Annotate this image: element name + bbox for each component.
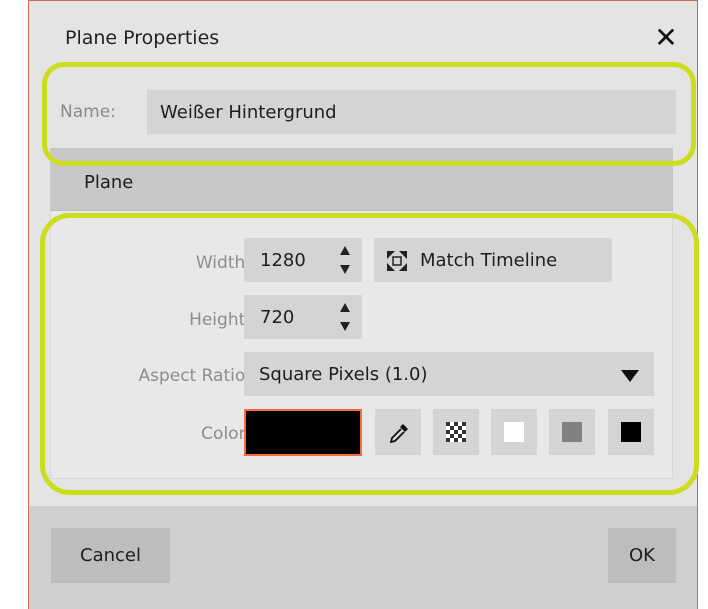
black-swatch-icon [621, 422, 641, 442]
height-stepper[interactable]: 720 [244, 295, 362, 339]
expand-arrows-icon [386, 250, 408, 272]
gray-swatch-icon [562, 422, 582, 442]
height-stepper-arrows-icon[interactable] [336, 300, 354, 334]
black-color-button[interactable] [608, 409, 654, 455]
eyedropper-icon [388, 422, 408, 444]
width-value[interactable]: 1280 [260, 250, 306, 271]
dropdown-caret-icon [620, 368, 640, 382]
checkerboard-icon [446, 422, 466, 442]
match-timeline-label: Match Timeline [420, 250, 558, 271]
plane-section-body: Width: 1280 Match Timeline Height: 720 A… [50, 211, 673, 479]
color-label: Color: [201, 424, 251, 444]
width-label: Width: [195, 253, 251, 273]
white-color-button[interactable] [491, 409, 537, 455]
name-input[interactable] [147, 90, 676, 134]
close-icon[interactable]: ✕ [651, 23, 681, 53]
plane-properties-dialog: Plane Properties ✕ Name: Plane Width: 12… [28, 0, 699, 609]
aspect-ratio-value: Square Pixels (1.0) [259, 364, 428, 385]
match-timeline-button[interactable]: Match Timeline [374, 238, 612, 282]
transparent-color-button[interactable] [433, 409, 479, 455]
width-stepper[interactable]: 1280 [244, 238, 362, 282]
width-stepper-arrows-icon[interactable] [336, 243, 354, 277]
section-title: Plane [84, 172, 134, 193]
aspect-ratio-select[interactable]: Square Pixels (1.0) [244, 352, 654, 396]
color-swatch[interactable] [244, 409, 362, 456]
eyedropper-button[interactable] [375, 409, 421, 455]
white-swatch-icon [504, 422, 524, 442]
ok-button[interactable]: OK [608, 528, 676, 583]
height-value[interactable]: 720 [260, 307, 294, 328]
dialog-title: Plane Properties [65, 27, 220, 49]
cancel-button[interactable]: Cancel [51, 528, 170, 583]
aspect-ratio-label: Aspect Ratio: [138, 366, 251, 386]
dialog-titlebar: Plane Properties ✕ [29, 1, 697, 75]
gray-color-button[interactable] [549, 409, 595, 455]
height-label: Height: [189, 310, 251, 330]
name-label: Name: [60, 102, 116, 122]
name-row: Name: [51, 90, 676, 134]
plane-section-header[interactable]: Plane [50, 148, 673, 211]
